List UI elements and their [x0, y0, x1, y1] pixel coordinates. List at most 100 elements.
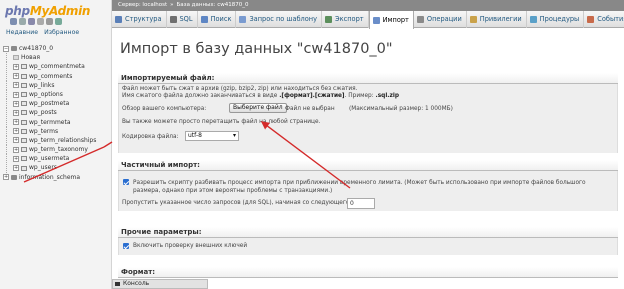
table-icon [21, 147, 27, 153]
tab-structure[interactable]: Структура [112, 11, 167, 28]
expand-icon[interactable]: + [13, 146, 19, 153]
tree-table-label[interactable]: wp_usermeta [29, 154, 69, 163]
tree-new-row[interactable]: Новая [3, 53, 111, 63]
no-file-text: Файл не выбран [285, 106, 335, 112]
settings-icon[interactable] [46, 18, 53, 25]
search-icon [200, 16, 208, 23]
breadcrumb-server[interactable]: Сервер: localhost [118, 2, 167, 8]
tree-table-label[interactable]: wp_term_taxonomy [29, 145, 88, 154]
import-icon [372, 16, 380, 24]
expand-icon[interactable]: + [13, 137, 19, 144]
tree-indent [6, 135, 13, 145]
reload-icon[interactable] [55, 18, 62, 25]
tree-table-row[interactable]: + wp_postmeta [3, 99, 111, 109]
tree-db-label[interactable]: cw41870_0 [19, 44, 53, 53]
choose-file-button[interactable]: Выберите файл [229, 103, 287, 113]
tree-table-label[interactable]: wp_terms [29, 127, 58, 136]
docs-icon[interactable] [37, 18, 44, 25]
expand-icon[interactable]: + [13, 73, 19, 80]
browse-label: Обзор вашего компьютера: [122, 106, 207, 112]
tree-table-label[interactable]: wp_posts [29, 108, 57, 117]
charset-select[interactable]: utf-8 ▾ [185, 131, 239, 141]
expand-icon[interactable]: + [13, 155, 19, 162]
tree-table-label[interactable]: wp_term_relationships [29, 136, 96, 145]
tree-table-row[interactable]: + wp_terms [3, 126, 111, 136]
tab-label: SQL [179, 15, 193, 23]
tree-indent [6, 80, 13, 90]
filename-hint-format: .[формат].[сжатие] [279, 93, 345, 99]
database-icon [11, 46, 17, 52]
events-icon [587, 16, 595, 23]
expand-icon[interactable]: + [13, 165, 19, 172]
expand-icon[interactable]: + [13, 119, 19, 126]
tree-table-label[interactable]: wp_commentmeta [29, 62, 85, 71]
tree-table-row[interactable]: + wp_posts [3, 108, 111, 118]
tab-privileges[interactable]: Привилегии [467, 11, 527, 28]
tree-other-db-row[interactable]: + information_schema [3, 173, 111, 182]
tree-db-row[interactable]: − cw41870_0 [3, 44, 111, 53]
skip-queries-label: Пропустить указанное число запросов (для… [122, 200, 352, 206]
allow-interrupt-label: Разрешить скрипту разбивать процесс импо… [133, 180, 586, 194]
tab-query[interactable]: Запрос по шаблону [236, 11, 323, 28]
tree-indent [6, 163, 13, 173]
allow-interrupt-checkbox[interactable] [123, 179, 129, 185]
tree-table-row[interactable]: + wp_termmeta [3, 117, 111, 127]
tree-new-label[interactable]: Новая [21, 53, 40, 62]
tree-table-label[interactable]: wp_options [29, 90, 63, 99]
tree-table-row[interactable]: + wp_commentmeta [3, 62, 111, 72]
tab-label: Запрос по шаблону [249, 15, 318, 23]
tree-table-row[interactable]: + wp_term_taxonomy [3, 145, 111, 155]
export-icon [325, 16, 333, 23]
tab-search[interactable]: Поиск [198, 11, 237, 28]
new-table-icon [13, 55, 19, 61]
phpmyadmin-logo[interactable]: phpMyAdmin [5, 4, 90, 18]
tree-indent [6, 53, 13, 63]
tree-other-db-label[interactable]: information_schema [19, 173, 80, 182]
tree-indent [6, 71, 13, 81]
tree-table-label[interactable]: wp_users [29, 163, 57, 172]
tree-table-row[interactable]: + wp_usermeta [3, 154, 111, 164]
tab-export[interactable]: Экспорт [322, 11, 369, 28]
tab-operations[interactable]: Операции [414, 11, 467, 28]
table-icon [21, 128, 27, 134]
expand-icon[interactable]: + [3, 174, 9, 181]
help-icon[interactable] [28, 18, 35, 25]
tree-indent [6, 117, 13, 127]
tree-table-row[interactable]: + wp_comments [3, 71, 111, 81]
collapse-icon[interactable]: − [3, 45, 9, 52]
tree-table-label[interactable]: wp_comments [29, 72, 72, 81]
table-icon [21, 110, 27, 116]
tab-import[interactable]: Импорт [368, 11, 414, 29]
tree-table-row[interactable]: + wp_users [3, 163, 111, 173]
filename-hint: Имя сжатого файла должно заканчиваться в… [122, 93, 399, 99]
tree-table-label[interactable]: wp_links [29, 81, 54, 90]
operations-icon [416, 16, 424, 23]
expand-icon[interactable]: + [13, 100, 19, 107]
tree-table-label[interactable]: wp_termmeta [29, 118, 71, 127]
breadcrumb-db[interactable]: База данных: cw41870_0 [177, 2, 249, 8]
expand-icon[interactable]: + [13, 91, 19, 98]
tree-table-row[interactable]: + wp_links [3, 80, 111, 90]
skip-queries-input[interactable]: 0 [347, 198, 375, 209]
tree-table-row[interactable]: + wp_term_relationships [3, 135, 111, 145]
expand-icon[interactable]: + [13, 63, 19, 70]
recent-tab[interactable]: Недавние [6, 29, 38, 36]
fk-checks-label: Включить проверку внешних ключей [133, 243, 248, 249]
tab-routines[interactable]: Процедуры [527, 11, 585, 28]
expand-icon[interactable]: + [13, 82, 19, 89]
tab-label: События [597, 15, 624, 23]
fk-checks-checkbox[interactable] [123, 243, 129, 249]
tree-table-row[interactable]: + wp_options [3, 90, 111, 100]
tab-sql[interactable]: SQL [167, 11, 198, 28]
table-icon [21, 156, 27, 162]
tree-table-label[interactable]: wp_postmeta [29, 99, 69, 108]
expand-icon[interactable]: + [13, 109, 19, 116]
favorites-tab[interactable]: Избранное [44, 29, 79, 36]
expand-icon[interactable]: + [13, 128, 19, 135]
home-icon[interactable] [10, 18, 17, 25]
tab-label: Процедуры [539, 15, 580, 23]
other-options-section: Прочие параметры: Включить проверку внеш… [118, 227, 618, 257]
console-bar[interactable]: Консоль [112, 279, 208, 289]
logout-icon[interactable] [19, 18, 26, 25]
tab-events[interactable]: События [584, 11, 624, 28]
